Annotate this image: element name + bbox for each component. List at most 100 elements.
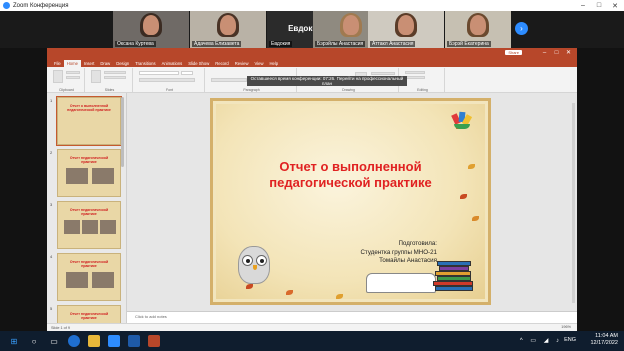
- ribbon-group-clipboard: Clipboard: [49, 68, 85, 92]
- zoom-logo-icon: [3, 2, 10, 9]
- participant-name: Бэрэй Екатерина: [447, 41, 491, 47]
- tab-review[interactable]: Review: [232, 60, 252, 67]
- minimize-icon[interactable]: –: [540, 48, 549, 59]
- tab-home[interactable]: Home: [63, 60, 81, 67]
- clock[interactable]: 11:04 AM 12/17/2022: [590, 333, 618, 347]
- slide-title[interactable]: Отчет о выполненной педагогической практ…: [216, 159, 485, 191]
- books-illustration: [429, 249, 479, 291]
- group-label: Editing: [417, 88, 428, 92]
- participant-name: Евдокия: [269, 41, 293, 47]
- font-size-select[interactable]: [181, 71, 193, 75]
- participant-tile[interactable]: Бэрэй Екатерина: [445, 11, 511, 48]
- ribbon-group-editing: Editing: [401, 68, 445, 92]
- slide-scrollbar[interactable]: [572, 103, 575, 303]
- tab-design[interactable]: Design: [113, 60, 132, 67]
- presenter-info[interactable]: Подготовила: Студентка группы МНО-21 Том…: [360, 240, 437, 266]
- maximize-icon[interactable]: □: [552, 48, 561, 59]
- edge-icon[interactable]: [68, 335, 80, 347]
- powerpoint-window: Share – □ ✕ File Home Insert Draw Design…: [47, 48, 577, 331]
- replace-button[interactable]: [405, 76, 425, 79]
- tab-view[interactable]: View: [251, 60, 266, 67]
- copy-icon[interactable]: [66, 76, 80, 79]
- slide-thumbnails-pane: 1 Отчет о выполненной педагогической пра…: [47, 93, 127, 323]
- maximize-icon[interactable]: □: [592, 0, 606, 11]
- window-title: Zoom Конференция: [13, 2, 69, 9]
- slide-thumbnail[interactable]: 1 Отчет о выполненной педагогической пра…: [50, 96, 122, 146]
- zoom-level[interactable]: 196%: [561, 325, 571, 329]
- participant-strip: Оксана Куртева Адачева Елизавета Евдокия…: [0, 11, 624, 48]
- slide-thumbnail[interactable]: 4 Отчет педагогической практике: [50, 253, 121, 301]
- cut-icon[interactable]: [66, 71, 80, 74]
- tab-file[interactable]: File: [51, 60, 64, 67]
- book-logo-icon: [451, 111, 473, 132]
- notes-placeholder: Click to add notes: [135, 314, 167, 319]
- next-participants-button[interactable]: ›: [515, 22, 528, 35]
- notice-text: Оставшееся время конференции: 07:26. Пер…: [250, 76, 404, 86]
- tab-transitions[interactable]: Transitions: [132, 60, 158, 67]
- close-icon[interactable]: ✕: [564, 48, 573, 59]
- share-background-left: [0, 48, 47, 331]
- share-button[interactable]: Share: [505, 50, 522, 55]
- ribbon-group-slides: Slides: [87, 68, 133, 92]
- zoom-app-icon[interactable]: [108, 335, 120, 347]
- owl-illustration: [238, 246, 270, 284]
- editor-area: 1 Отчет о выполненной педагогической пра…: [47, 93, 577, 323]
- task-view-icon[interactable]: ▭: [48, 335, 60, 347]
- thumbnail-title: Отчет педагогической практике: [69, 156, 109, 164]
- tab-help[interactable]: Help: [266, 60, 281, 67]
- search-icon[interactable]: ○: [28, 335, 40, 347]
- close-icon[interactable]: ✕: [608, 0, 622, 11]
- slide-canvas: Отчет о выполненной педагогической практ…: [127, 93, 577, 323]
- participant-name: Аттакл Анастасия: [370, 41, 416, 47]
- file-explorer-icon[interactable]: [88, 335, 100, 347]
- tab-record[interactable]: Record: [212, 60, 232, 67]
- participant-name: Адачева Елизавета: [192, 41, 242, 47]
- time-remaining-notice[interactable]: Оставшееся время конференции: 07:26. Пер…: [247, 76, 407, 86]
- font-family-select[interactable]: [139, 71, 179, 75]
- notes-pane[interactable]: Click to add notes: [127, 311, 577, 323]
- slide-thumbnail[interactable]: 3 Отчет педагогической практике: [50, 201, 121, 249]
- leaf-decoration: [336, 294, 343, 299]
- windows-start-icon[interactable]: ⊞: [8, 335, 20, 347]
- language-indicator[interactable]: ENG: [564, 337, 576, 343]
- shape-fill-button[interactable]: [371, 72, 395, 75]
- tab-draw[interactable]: Draw: [97, 60, 113, 67]
- tab-insert[interactable]: Insert: [81, 60, 97, 67]
- group-label: Paragraph: [243, 88, 260, 92]
- status-bar: Slide 1 of 9 196%: [47, 323, 577, 331]
- participant-name: Оксана Куртева: [115, 41, 156, 47]
- participant-tile[interactable]: Оксана Куртева: [113, 11, 189, 48]
- tab-animations[interactable]: Animations: [159, 60, 186, 67]
- powerpoint-icon[interactable]: [148, 335, 160, 347]
- group-label: Slides: [104, 88, 115, 92]
- word-icon[interactable]: [128, 335, 140, 347]
- powerpoint-titlebar: Share – □ ✕: [47, 48, 577, 59]
- slide-counter: Slide 1 of 9: [51, 325, 70, 330]
- minimize-icon[interactable]: –: [576, 0, 590, 11]
- group-label: Clipboard: [59, 88, 74, 92]
- find-button[interactable]: [405, 71, 425, 74]
- system-tray-icons[interactable]: ^ ▭ ◢ ♪: [520, 337, 562, 344]
- participant-name: Бэрэйлы Анастасия: [315, 41, 366, 47]
- thumbnails-scrollbar[interactable]: [121, 97, 124, 167]
- tab-slide-show[interactable]: Slide Show: [185, 60, 212, 67]
- layout-button[interactable]: [104, 71, 126, 74]
- new-slide-icon[interactable]: [91, 70, 101, 83]
- leaf-decoration: [286, 290, 293, 295]
- participant-tile[interactable]: Аттакл Анастасия: [368, 11, 444, 48]
- leaf-decoration: [460, 194, 467, 199]
- font-format-buttons[interactable]: [139, 78, 195, 82]
- group-label: Drawing: [342, 88, 355, 92]
- paste-icon[interactable]: [53, 70, 63, 83]
- current-slide[interactable]: Отчет о выполненной педагогической практ…: [210, 98, 491, 305]
- slide-thumbnail[interactable]: 2 Отчет педагогической практике: [50, 149, 121, 197]
- share-background-right: [577, 48, 624, 331]
- leaf-decoration: [472, 216, 479, 221]
- slide-thumbnail[interactable]: 5 Отчет педагогической практике: [50, 305, 121, 323]
- participant-tile[interactable]: Адачева Елизавета: [190, 11, 266, 48]
- paragraph-buttons[interactable]: [211, 78, 247, 82]
- thumbnail-title: Отчет педагогической практике: [69, 208, 109, 216]
- group-label: Font: [165, 88, 173, 92]
- reset-button[interactable]: [104, 76, 126, 79]
- open-book-illustration: [366, 273, 436, 293]
